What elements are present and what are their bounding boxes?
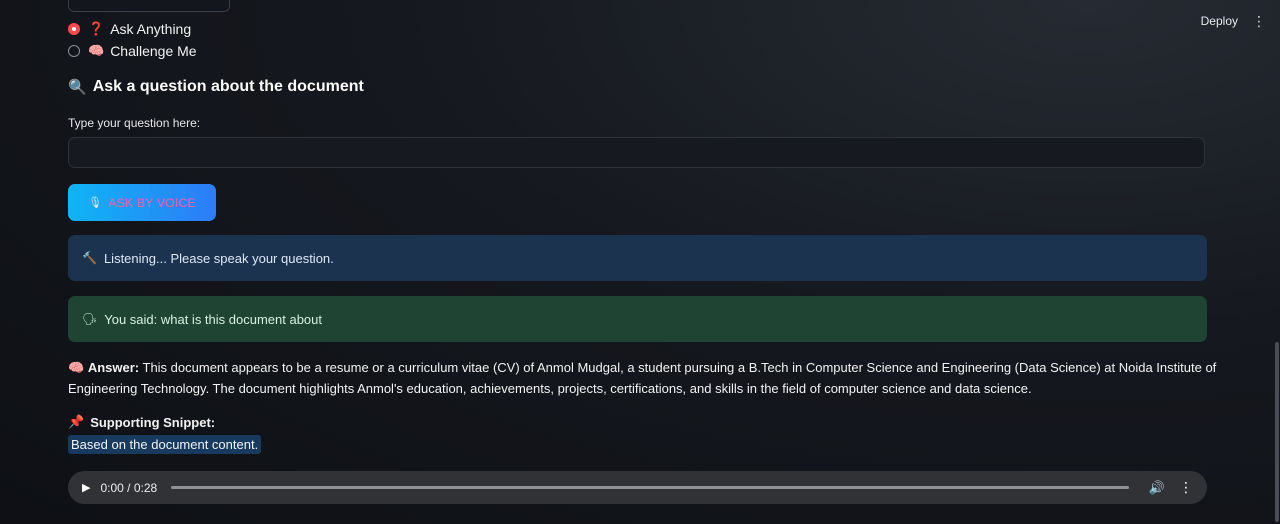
snippet-code: Based on the document content. (68, 435, 262, 454)
top-input-remnant[interactable] (68, 0, 230, 12)
scrollbar[interactable] (1274, 0, 1280, 524)
snippet-heading: 📌 Supporting Snippet: (68, 414, 215, 430)
question-mark-icon: ❓ (88, 21, 105, 36)
app-header-actions: Deploy ⋮ (1201, 14, 1266, 28)
mode-radio-group: ❓ Ask Anything 🧠 Challenge Me (68, 18, 197, 62)
radio-option-challenge-me[interactable]: 🧠 Challenge Me (68, 40, 197, 62)
radio-label: Challenge Me (110, 43, 197, 59)
answer-text: This document appears to be a resume or … (68, 360, 1217, 396)
transcript-success-alert: 🗣 You said: what is this document about (68, 296, 1207, 342)
radio-unselected-icon[interactable] (68, 45, 80, 57)
radio-option-ask-anything[interactable]: ❓ Ask Anything (68, 18, 197, 40)
audio-time: 0:00 / 0:28 (100, 480, 158, 495)
ask-by-voice-label: ASK BY VOICE (108, 195, 196, 210)
speaking-head-icon: 🗣 (82, 312, 98, 326)
magnifier-icon: 🔍 (68, 79, 87, 96)
answer-label: Answer: (87, 360, 140, 375)
hammer-icon: 🔨 (82, 251, 97, 265)
section-heading-text: Ask a question about the document (92, 78, 364, 95)
audio-more-icon[interactable]: ⋮ (1179, 479, 1193, 496)
audio-seek-bar[interactable] (171, 486, 1129, 489)
pushpin-icon: 📌 (68, 414, 85, 429)
ask-by-voice-button[interactable]: 🎙 ASK BY VOICE (68, 184, 216, 221)
question-input[interactable] (68, 137, 1205, 168)
volume-icon[interactable]: 🔊 (1149, 480, 1165, 496)
listening-text: Listening... Please speak your question. (103, 250, 334, 266)
snippet-label: Supporting Snippet: (90, 414, 216, 430)
brain-icon: 🧠 (68, 360, 85, 375)
radio-selected-icon[interactable] (68, 23, 80, 35)
radio-label: Ask Anything (110, 21, 192, 37)
question-input-label: Type your question here: (68, 116, 201, 130)
play-icon[interactable]: ▶ (82, 481, 90, 494)
answer-paragraph: 🧠 Answer: This document appears to be a … (68, 357, 1218, 399)
microphone-icon: 🎙 (88, 197, 103, 209)
scrollbar-thumb[interactable] (1275, 342, 1279, 522)
section-heading: 🔍 Ask a question about the document (68, 78, 364, 96)
main-menu-icon[interactable]: ⋮ (1252, 14, 1266, 28)
brain-icon: 🧠 (88, 43, 105, 58)
transcript-text: You said: what is this document about (104, 311, 323, 327)
deploy-button[interactable]: Deploy (1201, 14, 1238, 28)
audio-player: ▶ 0:00 / 0:28 🔊 ⋮ (68, 471, 1207, 504)
listening-info-alert: 🔨 Listening... Please speak your questio… (68, 235, 1207, 281)
